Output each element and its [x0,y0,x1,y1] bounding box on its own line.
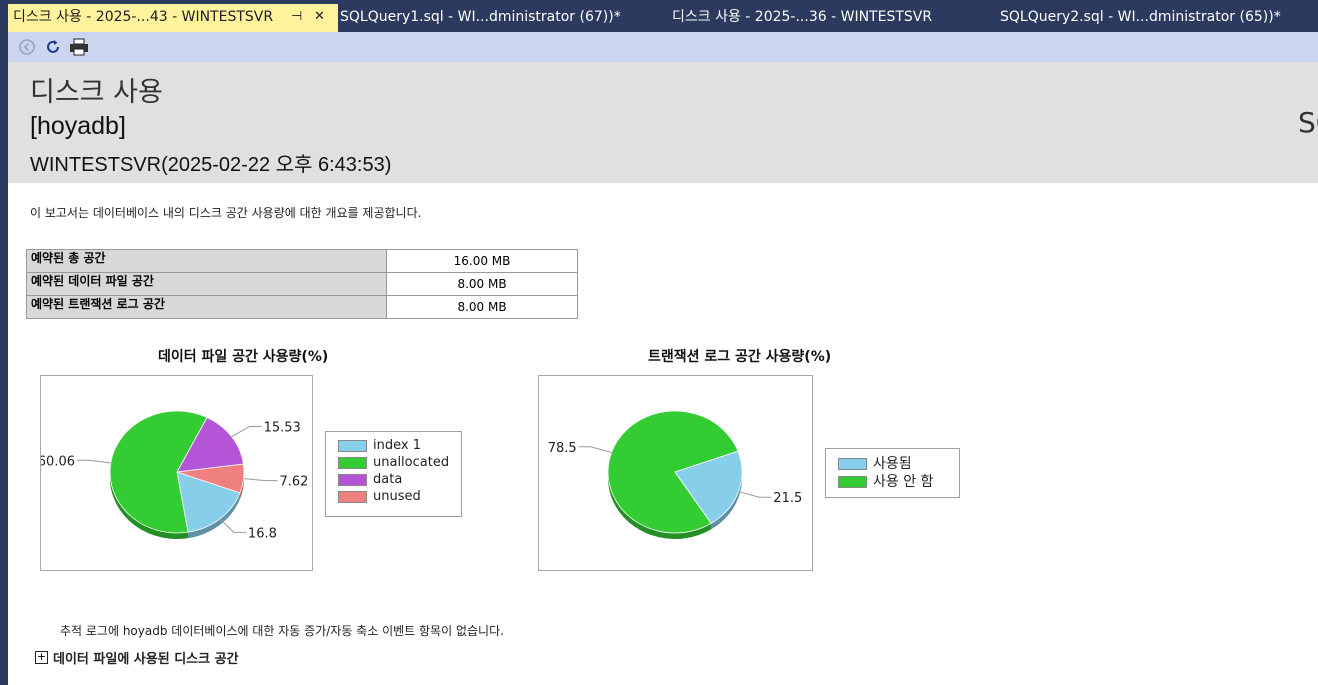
legend-item: unused [338,489,421,504]
pie-value-label: 15.53 [264,420,301,435]
legend-swatch [338,473,367,486]
legend-swatch [338,490,367,503]
data-file-chart-title: 데이터 파일 공간 사용량(%) [158,349,329,365]
legend-swatch [338,456,367,469]
pie-value-label: 60.06 [41,454,75,469]
trace-log-message: 추적 로그에 hoyadb 데이터베이스에 대한 자동 증가/자동 축소 이벤트… [60,624,504,638]
table-row: 예약된 트랜잭션 로그 공간 8.00 MB [26,295,578,319]
tab-disk-usage-36[interactable]: 디스크 사용 - 2025-...36 - WINTESTSVR [672,4,972,30]
report-description: 이 보고서는 데이터베이스 내의 디스크 공간 사용량에 대한 개요를 제공합니… [30,206,422,220]
document-tab-bar: 디스크 사용 - 2025-...43 - WINTESTSVR ⊣ ✕ SQL… [0,0,1318,32]
summary-value: 8.00 MB [386,272,578,296]
pie-value-label: 78.5 [548,441,577,456]
legend-label: data [373,472,403,487]
pie-value-label: 7.62 [279,475,308,490]
table-row: 예약된 데이터 파일 공간 8.00 MB [26,272,578,296]
server-timestamp: WINTESTSVR(2025-02-22 오후 6:43:53) [30,154,392,176]
tab-label: 디스크 사용 - 2025-...43 - WINTESTSVR [13,9,274,25]
legend-label: unallocated [373,455,450,470]
tab-label: 디스크 사용 - 2025-...36 - WINTESTSVR [672,9,933,25]
tab-sqlquery1[interactable]: SQLQuery1.sql - WI...dministrator (67))* [340,4,640,30]
legend-item: index 1 [338,438,421,453]
pie-leader-line [76,459,111,464]
data-file-legend: index 1 unallocated data unused [325,431,462,517]
legend-item: data [338,472,402,487]
data-file-chart: 16.8 60.06 15.53 7.62 [38,375,313,571]
table-row: 예약된 총 공간 16.00 MB [26,249,578,273]
log-legend: 사용됨 사용 안 함 [825,448,960,498]
sql-logo-partial: SC [1298,106,1318,139]
log-pie-svg: 21.5 78.5 [548,410,802,539]
legend-label: index 1 [373,438,421,453]
report-toolbar [8,32,1318,62]
legend-swatch [838,458,867,470]
legend-label: 사용 안 함 [873,474,934,490]
back-icon[interactable] [16,36,38,58]
tab-label: SQLQuery1.sql - WI...dministrator (67))* [340,9,621,25]
pie-leader-line [243,478,278,482]
legend-swatch [338,439,367,452]
legend-label: 사용됨 [873,456,912,472]
summary-value: 16.00 MB [386,249,578,273]
data-file-pie-svg: 16.8 60.06 15.53 7.62 [38,410,308,541]
refresh-icon[interactable] [42,36,64,58]
legend-label: unused [373,489,421,504]
database-name: [hoyadb] [30,112,126,140]
tab-sqlquery2[interactable]: SQLQuery2.sql - WI...dministrator (65))* [1000,4,1300,30]
section-data-file-disk-space[interactable]: 데이터 파일에 사용된 디스크 공간 [53,648,239,667]
legend-swatch [838,476,867,488]
space-summary-table: 예약된 총 공간 16.00 MB 예약된 데이터 파일 공간 8.00 MB … [26,249,578,319]
pie-leader-line [231,425,262,438]
close-icon[interactable]: ✕ [314,4,325,30]
pin-icon[interactable]: ⊣ [291,4,302,30]
report-header: 디스크 사용 [hoyadb] WINTESTSVR(2025-02-22 오후… [8,62,1318,183]
log-chart: 21.5 78.5 [538,375,813,571]
summary-label: 예약된 데이터 파일 공간 [26,272,387,296]
pie-leader-line [578,446,612,453]
legend-item: 사용됨 [838,453,912,473]
print-icon[interactable] [68,36,90,58]
pie-leader-line [738,491,772,498]
legend-item: 사용 안 함 [838,471,933,491]
pie-value-label: 16.8 [248,526,277,541]
report-title: 디스크 사용 [30,77,163,108]
summary-value: 8.00 MB [386,295,578,319]
log-chart-title: 트랜잭션 로그 공간 사용량(%) [648,349,832,365]
summary-label: 예약된 트랜잭션 로그 공간 [26,295,387,319]
pie-value-label: 21.5 [773,491,802,506]
legend-item: unallocated [338,455,449,470]
tab-disk-usage-43[interactable]: 디스크 사용 - 2025-...43 - WINTESTSVR ⊣ ✕ [8,4,338,32]
tab-label: SQLQuery2.sql - WI...dministrator (65))* [1000,9,1281,25]
report-body: 이 보고서는 데이터베이스 내의 디스크 공간 사용량에 대한 개요를 제공합니… [8,183,1318,685]
expand-icon[interactable]: + [35,651,48,664]
summary-label: 예약된 총 공간 [26,249,387,273]
